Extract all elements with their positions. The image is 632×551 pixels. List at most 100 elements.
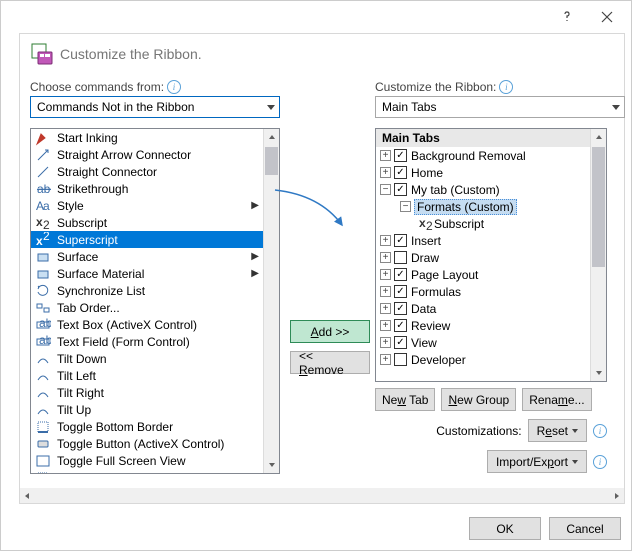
checkbox[interactable] [394,319,407,332]
info-icon[interactable]: i [593,424,607,438]
scroll-thumb[interactable] [265,147,278,175]
info-icon[interactable]: i [167,80,181,94]
tree-node[interactable]: + Review [376,317,606,334]
choose-commands-select[interactable]: Commands Not in the Ribbon [30,96,280,118]
tree-leaf[interactable]: x2Subscript [376,215,606,232]
remove-button[interactable]: << Remove [290,351,370,374]
checkbox[interactable] [394,302,407,315]
expand-icon[interactable]: + [380,320,391,331]
command-item[interactable]: x2Superscript [31,231,279,248]
tree-node[interactable]: +View [376,334,606,351]
command-item[interactable]: Surface Material▶ [31,265,279,282]
cancel-button[interactable]: Cancel [549,517,621,540]
pen-icon [35,130,51,146]
tree-node[interactable]: +Insert [376,232,606,249]
collapse-icon[interactable]: − [400,201,411,212]
command-item[interactable]: Tilt Right [31,384,279,401]
command-item[interactable]: AaStyle▶ [31,197,279,214]
tree-label: Background Removal [411,149,526,163]
scrollbar[interactable] [590,129,606,381]
style-icon: Aa [35,198,51,214]
add-button[interactable]: Add >> [290,320,370,343]
expand-icon[interactable]: + [380,269,391,280]
command-item[interactable]: Tab Order... [31,299,279,316]
command-item[interactable]: Toggle Left Border [31,469,279,474]
expand-icon[interactable]: + [380,150,391,161]
tree-node[interactable]: +Formulas [376,283,606,300]
scroll-left-icon[interactable] [20,488,34,504]
svg-text:abl: abl [39,334,51,347]
scrollbar[interactable] [263,129,279,473]
new-group-button[interactable]: New Group [441,388,516,411]
surface-icon [35,266,51,282]
x2-icon: x2 [418,216,434,232]
horizontal-scrollbar[interactable] [19,488,625,504]
tree-node[interactable]: +Data [376,300,606,317]
rename-button[interactable]: Rename... [522,388,591,411]
expand-icon[interactable]: + [380,252,391,263]
expand-icon[interactable]: + [380,337,391,348]
command-item[interactable]: Straight Connector [31,163,279,180]
close-button[interactable] [587,3,627,31]
help-button[interactable] [547,3,587,31]
command-item[interactable]: Tilt Up [31,401,279,418]
ribbon-tabs-select[interactable]: Main Tabs [375,96,625,118]
command-item[interactable]: Toggle Button (ActiveX Control) [31,435,279,452]
tree-node[interactable]: −Formats (Custom) [376,198,606,215]
info-icon[interactable]: i [499,80,513,94]
tilt-icon [35,368,51,384]
command-item[interactable]: Start Inking [31,129,279,146]
tree-node[interactable]: +Draw [376,249,606,266]
checkbox[interactable] [394,166,407,179]
svg-text:x: x [36,234,43,248]
checkbox[interactable] [394,336,407,349]
scroll-down-icon[interactable] [265,457,279,473]
command-item[interactable]: Toggle Bottom Border [31,418,279,435]
checkbox[interactable] [394,183,407,196]
checkbox[interactable] [394,149,407,162]
command-item[interactable]: abcStrikethrough [31,180,279,197]
tree-node[interactable]: +Developer [376,351,606,368]
collapse-icon[interactable]: − [380,184,391,195]
titlebar [1,1,631,33]
checkbox[interactable] [394,285,407,298]
command-item[interactable]: x2Subscript [31,214,279,231]
command-item[interactable]: Surface▶ [31,248,279,265]
ribbon-icon [30,42,54,66]
new-tab-button[interactable]: New Tab [375,388,435,411]
expand-icon[interactable]: + [380,286,391,297]
ok-button[interactable]: OK [469,517,541,540]
border-icon [35,419,51,435]
ribbon-tree[interactable]: Main Tabs + Background Removal+Home−My ta… [375,128,607,382]
command-item[interactable]: ablText Box (ActiveX Control) [31,316,279,333]
scroll-up-icon[interactable] [592,129,606,145]
expand-icon[interactable]: + [380,354,391,365]
expand-icon[interactable]: + [380,235,391,246]
tree-node[interactable]: +Page Layout [376,266,606,283]
tree-node[interactable]: −My tab (Custom) [376,181,606,198]
tree-header: Main Tabs [376,129,606,147]
command-item[interactable]: Toggle Full Screen View [31,452,279,469]
reset-button[interactable]: Reset [528,419,587,442]
checkbox[interactable] [394,268,407,281]
tree-node[interactable]: +Home [376,164,606,181]
checkbox[interactable] [394,353,407,366]
scroll-thumb[interactable] [592,147,605,267]
expand-icon[interactable]: + [380,167,391,178]
scroll-right-icon[interactable] [610,488,624,504]
command-item[interactable]: Straight Arrow Connector [31,146,279,163]
info-icon[interactable]: i [593,455,607,469]
import-export-button[interactable]: Import/Export [487,450,587,473]
checkbox[interactable] [394,234,407,247]
tree-label: Review [411,319,450,333]
checkbox[interactable] [394,251,407,264]
command-item[interactable]: ablText Field (Form Control) [31,333,279,350]
commands-listbox[interactable]: Start InkingStraight Arrow ConnectorStra… [30,128,280,474]
scroll-down-icon[interactable] [592,365,606,381]
command-item[interactable]: Tilt Left [31,367,279,384]
command-item[interactable]: Synchronize List [31,282,279,299]
expand-icon[interactable]: + [380,303,391,314]
tree-node[interactable]: + Background Removal [376,147,606,164]
command-item[interactable]: Tilt Down [31,350,279,367]
scroll-up-icon[interactable] [265,129,279,145]
